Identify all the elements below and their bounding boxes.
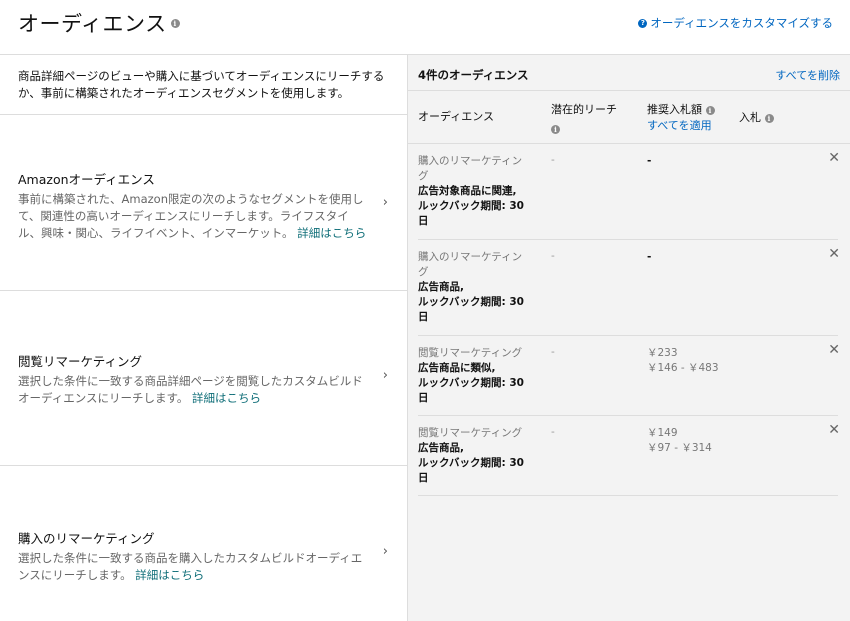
potential-reach-value: - bbox=[551, 154, 555, 166]
learn-more-link[interactable]: 詳細はこちら bbox=[297, 226, 366, 240]
panel-description: 選択した条件に一致する商品を購入したカスタムビルドオーディエンスにリーチします。… bbox=[18, 551, 363, 582]
audience-selector-panel: 商品詳細ページのビューや購入に基づいてオーディエンスにリーチするか、事前に構築さ… bbox=[0, 54, 408, 621]
chevron-right-icon: › bbox=[382, 195, 388, 210]
panel-amazon-audience[interactable]: Amazonオーディエンス 事前に構築された、Amazon限定の次のようなセグメ… bbox=[0, 115, 408, 291]
close-icon[interactable]: ✕ bbox=[828, 150, 840, 166]
audience-count: 4件のオーディエンス bbox=[418, 68, 529, 82]
panel-title: Amazonオーディエンス bbox=[18, 172, 155, 187]
suggested-bid-value: ￥233 ￥146 - ￥483 bbox=[647, 347, 719, 374]
apply-all-button[interactable]: すべてを適用 bbox=[647, 118, 715, 134]
close-icon[interactable]: ✕ bbox=[828, 246, 840, 262]
customize-audience-link[interactable]: ? オーディエンスをカスタマイズする bbox=[638, 15, 833, 31]
suggested-bid-value: ￥149 ￥97 - ￥314 bbox=[647, 427, 712, 454]
customize-audience-label: オーディエンスをカスタマイズする bbox=[650, 16, 833, 30]
panel-description: 選択した条件に一致する商品詳細ページを閲覧したカスタムビルドオーディエンスにリー… bbox=[18, 374, 363, 405]
potential-reach-value: - bbox=[551, 346, 555, 358]
panel-view-remarketing[interactable]: 閲覧リマーケティング 選択した条件に一致する商品詳細ページを閲覧したカスタムビル… bbox=[0, 291, 408, 466]
learn-more-link[interactable]: 詳細はこちら bbox=[192, 391, 261, 405]
table-row: 閲覧リマーケティング 広告商品に類似, ルックバック期間: 30日 - ￥233… bbox=[418, 336, 840, 416]
table-row: 購入のリマーケティング 広告対象商品に関連, ルックバック期間: 30日 - -… bbox=[418, 144, 840, 240]
info-icon[interactable]: i bbox=[764, 114, 774, 123]
chevron-right-icon: › bbox=[382, 368, 388, 383]
suggested-bid-value: - bbox=[647, 251, 652, 263]
close-icon[interactable]: ✕ bbox=[828, 342, 840, 358]
remove-all-button[interactable]: すべてを削除 bbox=[775, 67, 840, 83]
audience-description: 購入のリマーケティング 広告対象商品に関連, ルックバック期間: 30日 bbox=[418, 155, 524, 227]
selected-audiences-panel: 4件のオーディエンス すべてを削除 オーディエンス 潜在的リーチ i 推奨入札額… bbox=[408, 54, 850, 621]
close-icon[interactable]: ✕ bbox=[828, 422, 840, 438]
page-title: オーディエンス i bbox=[18, 8, 180, 38]
column-header-suggested-bid: 推奨入札額 i すべてを適用 bbox=[647, 102, 715, 134]
potential-reach-value: - bbox=[551, 426, 555, 438]
help-icon: ? bbox=[638, 18, 648, 28]
table-row: 閲覧リマーケティング 広告商品, ルックバック期間: 30日 - ￥149 ￥9… bbox=[418, 416, 840, 496]
panel-purchase-remarketing[interactable]: 購入のリマーケティング 選択した条件に一致する商品を購入したカスタムビルドオーデ… bbox=[0, 466, 408, 621]
column-header-bid: 入札 i bbox=[739, 110, 774, 126]
column-header-audience: オーディエンス bbox=[418, 110, 495, 123]
audience-description: 購入のリマーケティング 広告商品, ルックバック期間: 30日 bbox=[418, 251, 524, 323]
page-header: オーディエンス i ? オーディエンスをカスタマイズする bbox=[0, 0, 850, 54]
suggested-bid-range: ￥146 - ￥483 bbox=[647, 362, 719, 374]
info-icon[interactable]: i bbox=[705, 106, 715, 115]
chevron-right-icon: › bbox=[382, 544, 388, 559]
suggested-bid-range: ￥97 - ￥314 bbox=[647, 442, 712, 454]
learn-more-link[interactable]: 詳細はこちら bbox=[135, 568, 204, 582]
panel-description: 事前に構築された、Amazon限定の次のようなセグメントを使用して、関連性の高い… bbox=[18, 192, 367, 240]
panel-title: 購入のリマーケティング bbox=[18, 531, 155, 546]
info-icon[interactable]: i bbox=[551, 125, 560, 134]
info-icon[interactable]: i bbox=[170, 18, 180, 28]
audience-description: 閲覧リマーケティング 広告商品に類似, ルックバック期間: 30日 bbox=[418, 347, 524, 404]
page-title-text: オーディエンス bbox=[18, 12, 167, 36]
potential-reach-value: - bbox=[551, 250, 555, 262]
selected-audiences-header: 4件のオーディエンス すべてを削除 bbox=[408, 55, 850, 91]
table-row: 購入のリマーケティング 広告商品, ルックバック期間: 30日 - - ✕ bbox=[418, 240, 840, 336]
intro-text: 商品詳細ページのビューや購入に基づいてオーディエンスにリーチするか、事前に構築さ… bbox=[0, 55, 408, 115]
column-header-reach: 潜在的リーチ i bbox=[551, 103, 617, 134]
panel-title: 閲覧リマーケティング bbox=[18, 354, 143, 369]
audience-description: 閲覧リマーケティング 広告商品, ルックバック期間: 30日 bbox=[418, 427, 524, 484]
suggested-bid-value: - bbox=[647, 155, 652, 167]
